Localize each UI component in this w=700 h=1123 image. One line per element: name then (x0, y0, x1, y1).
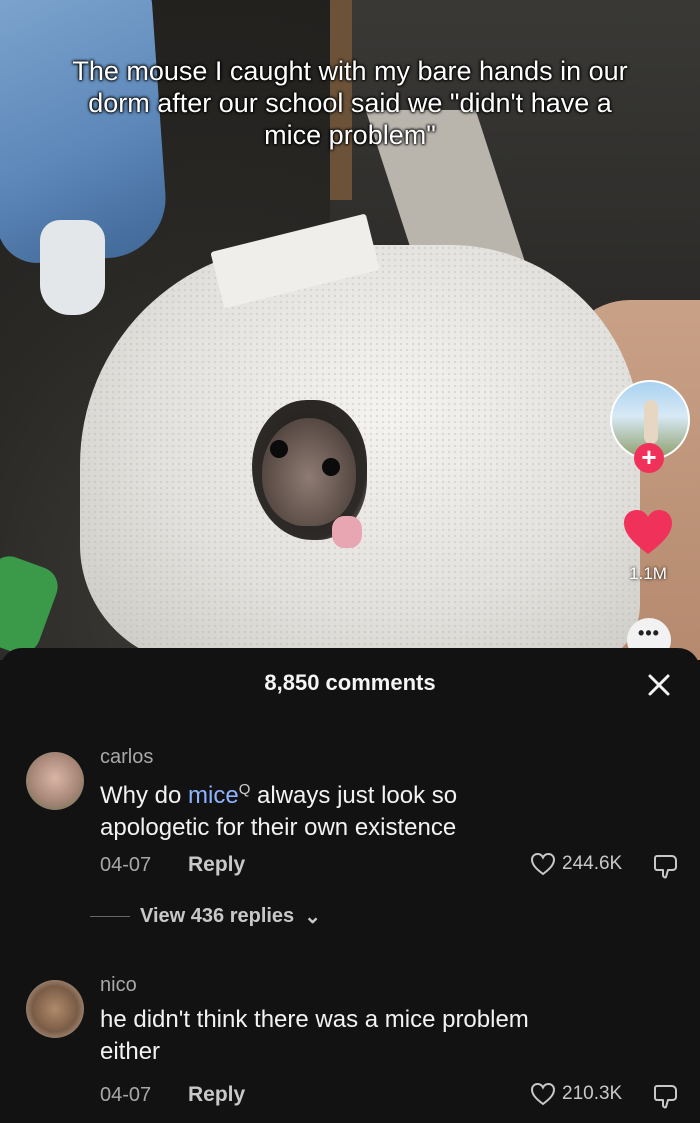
like-count: 1.1M (629, 564, 667, 583)
dislike-icon[interactable] (652, 1082, 680, 1110)
divider (90, 916, 130, 917)
comment-like-button[interactable]: 210.3K (530, 1082, 640, 1106)
chevron-down-icon: ⌄ (304, 906, 321, 928)
background-sock (40, 220, 105, 315)
plus-icon: + (641, 442, 657, 472)
comments-panel: 8,850 comments carlos Why do miceQ alway… (0, 648, 700, 1123)
comment-like-count: 244.6K (562, 853, 623, 874)
mouse-eye-right (322, 458, 340, 476)
video-player[interactable]: The mouse I caught with my bare hands in… (0, 0, 700, 660)
mouse-eye-left (270, 440, 288, 458)
follow-button[interactable]: + (634, 443, 664, 473)
search-link[interactable]: miceQ (188, 781, 251, 809)
background-green-object (0, 550, 64, 660)
comment-text: Why do miceQ always just look so apologe… (100, 781, 458, 841)
video-caption: The mouse I caught with my bare hands in… (72, 56, 628, 150)
search-icon: Q (238, 781, 251, 798)
avatar[interactable] (26, 752, 84, 810)
heart-icon[interactable] (622, 508, 674, 556)
comment-date: 04-07 (100, 854, 152, 876)
close-icon[interactable] (644, 670, 674, 700)
reply-button[interactable]: Reply (188, 1083, 245, 1107)
comment-text: he didn't think there was a mice problem… (100, 1006, 529, 1065)
mouse (262, 418, 356, 526)
dislike-icon[interactable] (652, 852, 680, 880)
heart-outline-icon (530, 1082, 556, 1106)
comments-count-title: 8,850 comments (264, 670, 436, 695)
comment-username[interactable]: nico (100, 974, 137, 997)
heart-outline-icon (530, 852, 556, 876)
comment-date: 04-07 (100, 1084, 152, 1106)
reply-button[interactable]: Reply (188, 853, 245, 877)
comment-username[interactable]: carlos (100, 746, 153, 769)
comment-like-count: 210.3K (562, 1083, 623, 1104)
avatar[interactable] (26, 980, 84, 1038)
mouse-paw (332, 516, 362, 548)
view-replies-button[interactable]: View 436 replies ⌄ (90, 904, 321, 929)
comment-like-button[interactable]: 244.6K (530, 852, 640, 876)
